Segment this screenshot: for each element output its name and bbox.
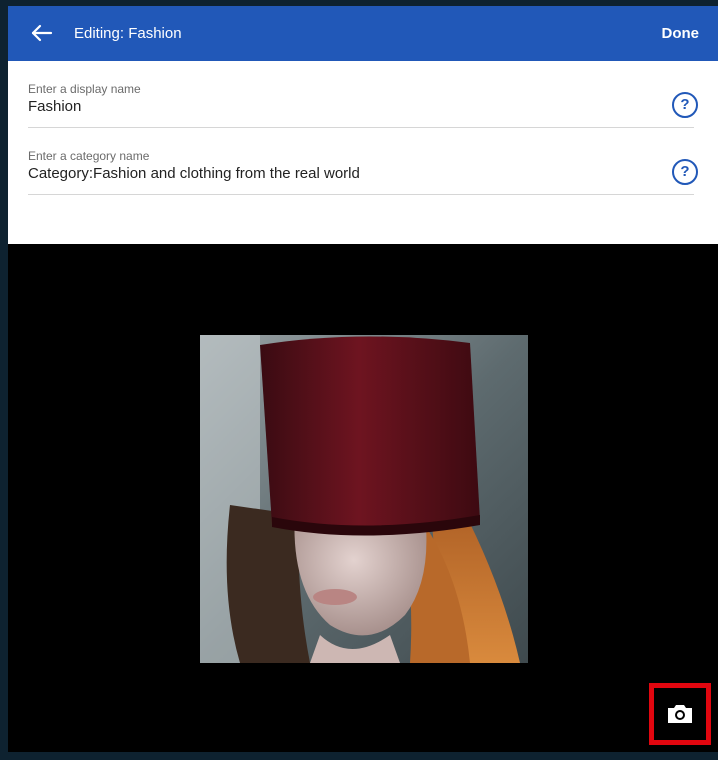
top-app-bar: Editing: Fashion Done	[8, 6, 718, 61]
category-name-label: Enter a category name	[28, 149, 150, 163]
done-button[interactable]: Done	[662, 6, 700, 61]
change-photo-button[interactable]	[649, 683, 711, 745]
camera-icon	[668, 705, 692, 723]
category-name-help-icon[interactable]: ?	[672, 159, 698, 185]
display-name-input[interactable]: Fashion	[28, 98, 81, 115]
arrow-left-icon	[31, 24, 53, 42]
category-name-input[interactable]: Category:Fashion and clothing from the r…	[28, 165, 360, 182]
image-preview-area	[8, 244, 718, 752]
display-name-label: Enter a display name	[28, 82, 141, 96]
back-button[interactable]	[28, 19, 56, 47]
category-name-field[interactable]: Enter a category name Category:Fashion a…	[28, 128, 698, 195]
display-name-help-icon[interactable]: ?	[672, 92, 698, 118]
page-title: Editing: Fashion	[74, 25, 182, 42]
display-name-field[interactable]: Enter a display name Fashion ?	[28, 61, 698, 128]
app-window: Editing: Fashion Done Enter a display na…	[8, 6, 718, 752]
category-photo	[200, 335, 528, 663]
